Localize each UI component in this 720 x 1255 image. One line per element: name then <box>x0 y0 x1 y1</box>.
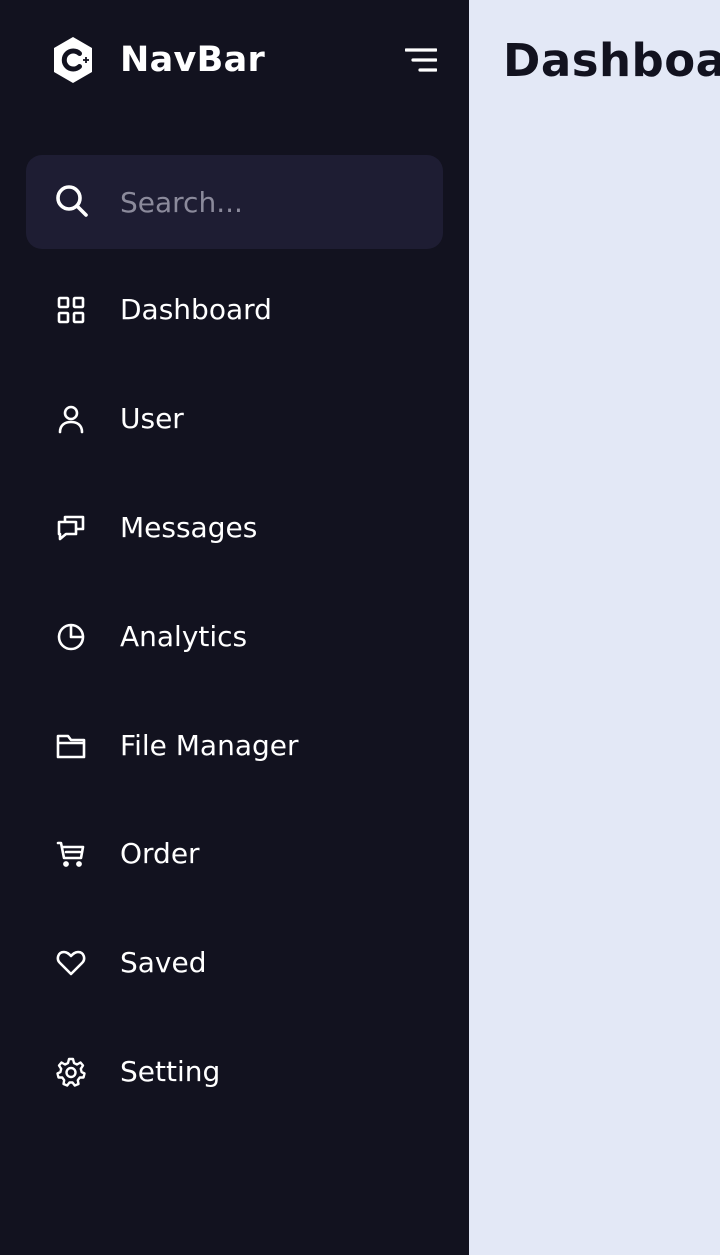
nav-item-label: Setting <box>120 1055 221 1088</box>
nav-item-label: File Manager <box>120 729 299 762</box>
user-icon <box>54 402 88 436</box>
nav-item-label: Saved <box>120 946 207 979</box>
brand[interactable]: NavBar <box>52 36 265 84</box>
brand-name: NavBar <box>120 40 266 80</box>
main-content: Dashboard <box>469 0 720 1255</box>
nav-item-label: User <box>120 402 184 435</box>
heart-icon <box>54 946 88 980</box>
search-icon[interactable] <box>54 183 90 219</box>
nav-item-user[interactable]: User <box>26 379 443 459</box>
page-title: Dashboard <box>503 34 720 87</box>
gear-icon <box>54 1055 88 1089</box>
nav-item-order[interactable]: Order <box>26 814 443 894</box>
code-hexagon-icon <box>52 36 94 84</box>
search-input[interactable] <box>120 177 420 227</box>
chat-icon <box>54 511 88 545</box>
pie-chart-icon <box>54 620 88 654</box>
nav-item-label: Order <box>120 837 200 870</box>
cart-icon <box>54 837 88 871</box>
sidebar: NavBar Dash <box>0 0 469 1255</box>
nav-item-label: Messages <box>120 511 258 544</box>
nav-item-setting[interactable]: Setting <box>26 1032 443 1112</box>
nav-item-dashboard[interactable]: Dashboard <box>26 270 443 350</box>
nav-item-saved[interactable]: Saved <box>26 923 443 1003</box>
menu-toggle-button[interactable] <box>400 44 442 80</box>
nav-item-file-manager[interactable]: File Manager <box>26 706 443 786</box>
nav-item-messages[interactable]: Messages <box>26 488 443 568</box>
nav-item-analytics[interactable]: Analytics <box>26 597 443 677</box>
nav-item-label: Dashboard <box>120 293 272 326</box>
folder-icon <box>54 729 88 763</box>
nav-item-label: Analytics <box>120 620 248 653</box>
grid-icon <box>54 293 88 327</box>
search-box <box>26 155 443 249</box>
menu-lines-icon <box>404 47 438 77</box>
